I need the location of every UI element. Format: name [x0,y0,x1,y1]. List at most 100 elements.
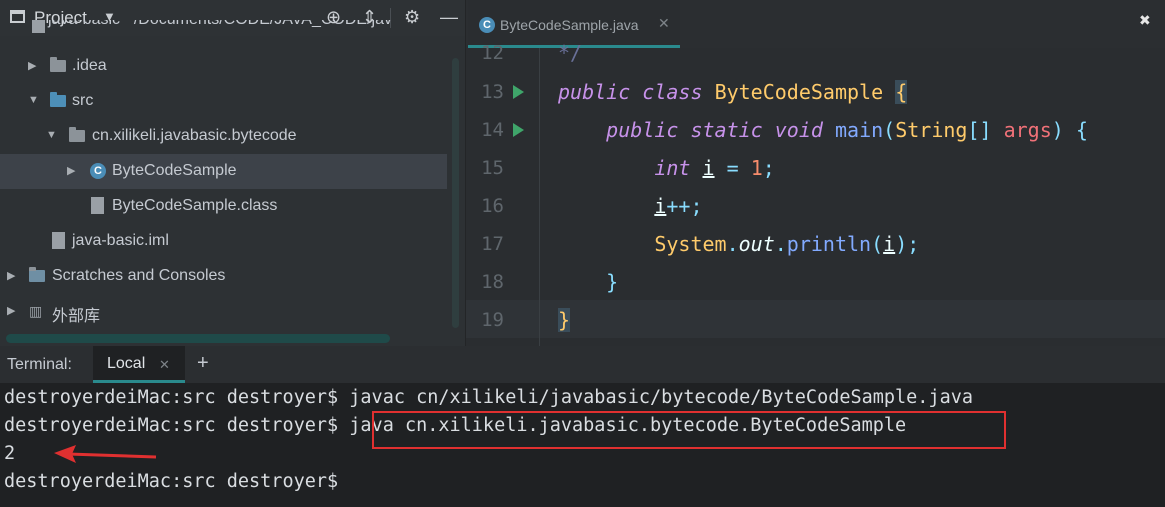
tree-item-label: 外部库 [52,308,101,325]
scratches-icon [29,267,45,282]
class-name: System [654,232,727,256]
line-number: 14 [481,119,504,141]
keyword: static [690,118,763,142]
comment-end: */ [558,41,583,65]
keyword: public [606,118,679,142]
tree-item-iml[interactable]: java-basic.iml [0,224,447,259]
editor-gutter: 12 13 14 15 16 17 18 19 [466,42,556,346]
line-number: 17 [481,233,504,255]
tree-item-idea[interactable]: ▶ .idea [0,49,447,84]
keyword: class [642,80,703,104]
library-icon: ▥ [29,303,43,319]
terminal-tabbar: Terminal: Local ✕ + [0,346,1165,383]
project-panel: Project ▼ ⊕ ⇕ ⚙ — java-basic ~/Documents… [0,0,465,346]
source-folder-icon [50,92,66,107]
chevron-right-icon[interactable]: ▶ [7,304,15,317]
line-number: 13 [481,81,504,103]
close-icon[interactable]: ✕ [658,15,670,32]
tree-item-package[interactable]: ▼ cn.xilikeli.javabasic.bytecode [0,119,447,154]
code-line-18: } [558,270,618,294]
chevron-right-icon[interactable]: ▶ [67,164,75,177]
line-number: 18 [481,271,504,293]
tree-item-java-basic[interactable]: java-basic ~/Documents/CODE/JAVA_CODE/ja… [0,20,447,40]
chevron-down-icon[interactable]: ▼ [28,94,39,106]
code-line-17: System.out.println(i); [558,232,919,256]
maximize-icon[interactable]: ✖ [1139,12,1151,29]
tree-vertical-scrollbar[interactable] [452,58,459,328]
variable: i [883,232,896,256]
close-brace: } [606,270,619,294]
tree-item-label: src [72,92,94,109]
run-main-icon[interactable] [513,123,524,137]
dot: . [774,232,787,256]
run-class-icon[interactable] [513,85,524,99]
tree-item-label: java-basic.iml [72,232,169,249]
chevron-down-icon[interactable]: ▼ [46,129,57,141]
line-number: 19 [481,309,504,331]
highlight-box-annotation [372,411,1006,449]
line-number: 15 [481,157,504,179]
semicolon: ; [907,232,920,256]
paren: ) [1051,118,1064,142]
array-brackets: [] [967,118,992,142]
operator: = [726,156,739,180]
code-line-15: int i = 1; [558,156,775,180]
field-name: out [738,232,775,256]
operator: ++ [666,194,691,218]
tab-local[interactable]: Local ✕ [93,346,185,383]
tree-item-label: ByteCodeSample.class [112,197,278,214]
line-number: 12 [481,42,504,64]
semicolon: ; [762,156,775,180]
open-brace: { [895,80,908,104]
method-name: println [786,232,872,256]
paren: ( [871,232,884,256]
package-icon [69,127,85,142]
keyword: void [774,118,823,142]
terminal-line: destroyerdeiMac:src destroyer$ javac cn/… [4,387,974,408]
tree-item-label: java-basic ~/Documents/CODE/JAVA_CODE/ja… [48,20,392,29]
dot: . [726,232,739,256]
method-name: main [834,118,884,142]
tree-horizontal-scrollbar[interactable] [6,334,390,343]
iml-file-icon [52,232,65,249]
tree-item-src[interactable]: ▼ src [0,84,447,119]
tree-item-label: Scratches and Consoles [52,267,226,284]
add-tab-icon[interactable]: + [197,352,209,375]
class-name: ByteCodeSample [714,80,884,104]
variable: i [654,194,667,218]
tree-item-scratches[interactable]: ▶ Scratches and Consoles [0,259,447,294]
tab-label: ByteCodeSample.java [500,17,639,33]
editor-panel: C ByteCodeSample.java ✕ ✖ 12 13 14 15 16… [466,0,1165,346]
semicolon: ; [690,194,703,218]
red-arrow-annotation [54,445,157,463]
terminal-output: 2 [4,443,16,464]
folder-icon [50,57,66,72]
java-class-icon: C [479,17,495,33]
close-brace: } [558,308,571,332]
tree-item-classfile[interactable]: ByteCodeSample.class [0,189,447,224]
tab-label: Local [107,355,146,372]
paren: ( [883,118,896,142]
chevron-right-icon[interactable]: ▶ [7,269,15,282]
code-line-12: */ [558,41,582,65]
terminal-title: Terminal: [7,356,72,373]
tree-item-bytecodesample[interactable]: ▶ C ByteCodeSample [0,154,447,189]
tree-item-libraries[interactable]: ▶ ▥ 外部库 [0,294,447,329]
java-class-icon: C [90,163,106,179]
module-icon [32,20,45,33]
chevron-right-icon[interactable]: ▶ [28,59,36,72]
keyword: public [558,80,631,104]
tree-item-label: ByteCodeSample [112,162,237,179]
code-line-13: public class ByteCodeSample { [558,80,908,104]
number: 1 [750,156,763,180]
current-line-highlight [466,300,1165,338]
variable: i [702,156,715,180]
open-brace: { [1075,118,1088,142]
terminal-prompt[interactable]: destroyerdeiMac:src destroyer$ [4,471,349,492]
keyword: int [654,156,691,180]
code-line-19: } [558,308,571,332]
close-icon[interactable]: ✕ [159,357,170,373]
type-name: String [895,118,968,142]
code-line-14: public static void main(String[] args) { [558,118,1088,142]
gutter-separator [539,48,540,346]
